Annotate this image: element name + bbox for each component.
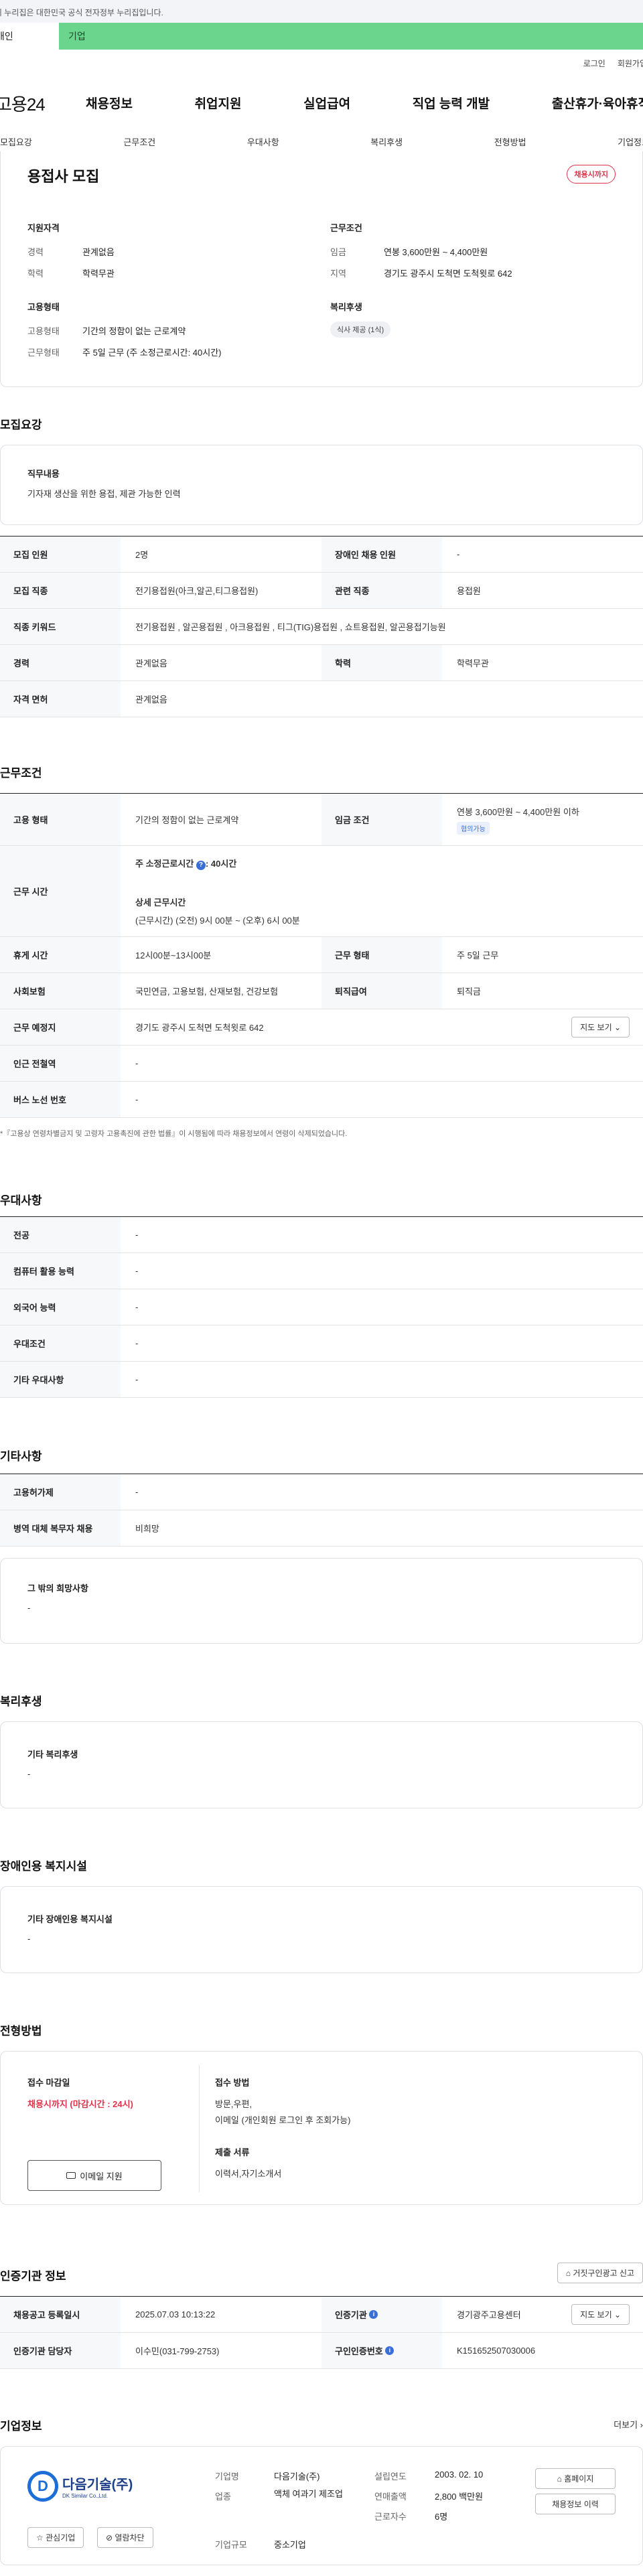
cond-title: 근무조건 bbox=[330, 223, 362, 233]
work-title: 근무조건 bbox=[0, 767, 42, 780]
recruit-table: 모집 인원 2명 장애인 채용 인원 - 모집 직종 전기용접원(아크,알곤,티그용접… bbox=[0, 536, 643, 717]
cert-title: 인증기관 정보 bbox=[0, 2270, 66, 2283]
table-row: 기타 우대사항 - bbox=[0, 1362, 643, 1398]
login-link[interactable]: 로그인 bbox=[583, 58, 605, 69]
gnb-unemployment-benefit[interactable]: 실업급여 bbox=[303, 94, 350, 112]
email-apply-button[interactable]: 이메일 지원 bbox=[27, 2160, 161, 2191]
duty-card: 직무내용 기자재 생산을 위한 용접, 제관 가능한 인력 bbox=[0, 445, 643, 525]
emp-form: 근무형태 주 5일 근무 (주 소정근로시간: 40시간) bbox=[27, 348, 222, 358]
map-button[interactable]: 지도 보기 ⌄ bbox=[571, 1017, 630, 1037]
homepage-button[interactable]: ⌂ 홈페이지 bbox=[535, 2468, 616, 2489]
signup-link[interactable]: 회원가입 bbox=[618, 58, 643, 69]
cond-wage: 임금 연봉 3,600만원 ~ 4,400만원 bbox=[330, 247, 488, 257]
table-row: 외국어 능력 - bbox=[0, 1289, 643, 1326]
favorite-button[interactable]: ☆ 관심기업 bbox=[27, 2527, 84, 2548]
table-row: 직종 키워드 전기용접원 , 알곤용접원 , 아크용접원 , 티그(TIG)용접원… bbox=[0, 609, 643, 645]
etc-other-card: 그 밖의 희망사항 - bbox=[0, 1558, 643, 1644]
company-card: D 다음기술(주) DK Similar Co.,Ltd. ☆ 관심기업 ⊘ 열… bbox=[0, 2446, 643, 2565]
summary-card: 용접사 모집 채용시까지 지원자격 경력 관계없음 학력 학력무관 근무조건 임금 연… bbox=[0, 151, 643, 387]
gnb-parental-leave[interactable]: 출산휴가·육아휴직 bbox=[552, 94, 643, 112]
info-icon[interactable]: i bbox=[369, 2310, 378, 2319]
util-links: 로그인 회원가입 bbox=[583, 58, 643, 69]
table-row: 고용 형태 기간의 정함이 없는 근로계약 임금 조건 연봉 3,600만원 ~ … bbox=[0, 794, 643, 846]
duty-title: 직무내용 bbox=[27, 469, 60, 479]
disabled-title: 장애인용 복지시설 bbox=[0, 1860, 87, 1873]
pref-title: 우대사항 bbox=[0, 1194, 42, 1207]
company-more-link[interactable]: 더보기 › bbox=[614, 2418, 643, 2431]
cert-table: 채용공고 등록일시 2025.07.03 10:13:22 인증기관 i 경기광주… bbox=[0, 2296, 643, 2369]
deadline-text: 채용시까지 (마감시간 : 24시) bbox=[27, 2099, 133, 2109]
age-note: *『고용상 연령차별금지 및 고령자 고용촉진에 관한 법률』이 시행됨에 따라… bbox=[0, 1130, 348, 1138]
welfare-title: 복리후생 bbox=[330, 302, 362, 312]
tab-business[interactable]: 기업 bbox=[59, 23, 643, 50]
table-row: 경력 관계없음 학력 학력무관 bbox=[0, 645, 643, 681]
tab-personal[interactable]: 개인 bbox=[0, 23, 59, 50]
recruit-title: 모집요강 bbox=[0, 419, 42, 431]
site-logo[interactable]: 고용24 bbox=[0, 91, 46, 116]
table-row: 우대조건 - bbox=[0, 1326, 643, 1362]
emp-title: 고용형태 bbox=[27, 302, 60, 312]
selection-title: 전형방법 bbox=[0, 2025, 42, 2037]
qual-title: 지원자격 bbox=[27, 223, 60, 233]
work-table: 고용 형태 기간의 정함이 없는 근로계약 임금 조건 연봉 3,600만원 ~ … bbox=[0, 793, 643, 1118]
table-row: 근무 예정지 경기도 광주시 도척면 도척윗로 642 지도 보기 ⌄ bbox=[0, 1009, 643, 1046]
table-row: 병역 대체 복무자 채용 비희망 bbox=[0, 1510, 643, 1547]
cert-map-button[interactable]: 지도 보기 ⌄ bbox=[571, 2304, 630, 2325]
home-icon: ⌂ bbox=[557, 2474, 562, 2484]
wage-negotiable-tag: 협의가능 bbox=[457, 821, 490, 835]
table-row: 인증기관 담당자 이수민(031-799-2753) 구인인증번호 i K1516… bbox=[0, 2333, 643, 2369]
disabled-card: 기타 장애인용 복지시설 - bbox=[0, 1886, 643, 1973]
audience-tabs: 개인 기업 bbox=[0, 23, 643, 50]
table-row: 모집 직종 전기용접원(아크,알곤,티그용접원) 관련 직종 용접원 bbox=[0, 573, 643, 609]
gnb-skills[interactable]: 직업 능력 개발 bbox=[413, 94, 490, 112]
etc-table: 고용허가제 - 병역 대체 복무자 채용 비희망 bbox=[0, 1474, 643, 1547]
table-row: 채용공고 등록일시 2025.07.03 10:13:22 인증기관 i 경기광주… bbox=[0, 2297, 643, 2333]
info-icon[interactable]: i bbox=[385, 2346, 395, 2355]
gov-banner-text: 이 누리집은 대한민국 공식 전자정부 누리집입니다. bbox=[0, 8, 163, 17]
company-title: 기업정보 bbox=[0, 2420, 42, 2433]
emp-type: 고용형태 기간의 정함이 없는 근로계약 bbox=[27, 326, 186, 336]
etc-title: 기타사항 bbox=[0, 1450, 42, 1463]
qual-edu: 학력 학력무관 bbox=[27, 269, 115, 279]
company-logo: D 다음기술(주) DK Similar Co.,Ltd. bbox=[27, 2471, 133, 2502]
table-row: 컴퓨터 활용 능력 - bbox=[0, 1253, 643, 1289]
table-row: 모집 인원 2명 장애인 채용 인원 - bbox=[0, 536, 643, 573]
table-row: 근무 시간 주 소정근로시간 ?: 40시간 상세 근무시간 (근무시간) (오… bbox=[0, 846, 643, 937]
block-button[interactable]: ⊘ 열람차단 bbox=[97, 2527, 153, 2548]
table-row: 전공 - bbox=[0, 1217, 643, 1253]
block-icon: ⊘ bbox=[106, 2533, 113, 2543]
gnb-jobs[interactable]: 채용정보 bbox=[86, 94, 133, 112]
table-row: 자격 면허 관계없음 bbox=[0, 681, 643, 717]
welfare-card: 기타 복리후생 - bbox=[0, 1721, 643, 1808]
pref-table: 전공 - 컴퓨터 활용 능력 - 외국어 능력 - 우대조건 - 기타 우대사항 - bbox=[0, 1216, 643, 1398]
qual-career: 경력 관계없음 bbox=[27, 247, 115, 257]
table-row: 고용허가제 - bbox=[0, 1474, 643, 1510]
gnb-employment-support[interactable]: 취업지원 bbox=[195, 94, 242, 112]
duty-text: 기자재 생산을 위한 용접, 제관 가능한 인력 bbox=[27, 489, 181, 499]
star-icon: ☆ bbox=[36, 2533, 44, 2543]
report-button[interactable]: ⌂ 거짓구인광고 신고 bbox=[557, 2263, 643, 2283]
info-icon[interactable]: ? bbox=[196, 860, 206, 870]
table-row: 버스 노선 번호 - bbox=[0, 1082, 643, 1118]
job-title: 용접사 모집 bbox=[27, 168, 100, 185]
gov-banner: 이 누리집은 대한민국 공식 전자정부 누리집입니다. bbox=[0, 0, 643, 23]
selection-card: 접수 마감일 채용시까지 (마감시간 : 24시) 이메일 지원 접수 방법 방… bbox=[0, 2051, 643, 2205]
gnb: 채용정보 취업지원 실업급여 직업 능력 개발 출산휴가·육아휴직 bbox=[86, 94, 643, 112]
mail-icon bbox=[66, 2172, 76, 2179]
job-history-button[interactable]: 채용정보 이력 bbox=[535, 2494, 616, 2514]
dk-logo-icon: D bbox=[27, 2471, 58, 2502]
home-icon: ⌂ bbox=[565, 2269, 571, 2278]
table-row: 사회보험 국민연금, 고용보험, 산재보험, 건강보험 퇴직급여 퇴직금 bbox=[0, 973, 643, 1009]
welfare-chip: 식사 제공 (1식) bbox=[330, 321, 391, 338]
welfare-section-title: 복리후생 bbox=[0, 1695, 42, 1708]
table-row: 인근 전철역 - bbox=[0, 1046, 643, 1082]
table-row: 휴게 시간 12시00분~13시00분 근무 형태 주 5일 근무 bbox=[0, 937, 643, 973]
divider bbox=[199, 2065, 200, 2192]
deadline-badge: 채용시까지 bbox=[567, 165, 616, 184]
cond-region: 지역 경기도 광주시 도척면 도척윗로 642 bbox=[330, 269, 512, 279]
